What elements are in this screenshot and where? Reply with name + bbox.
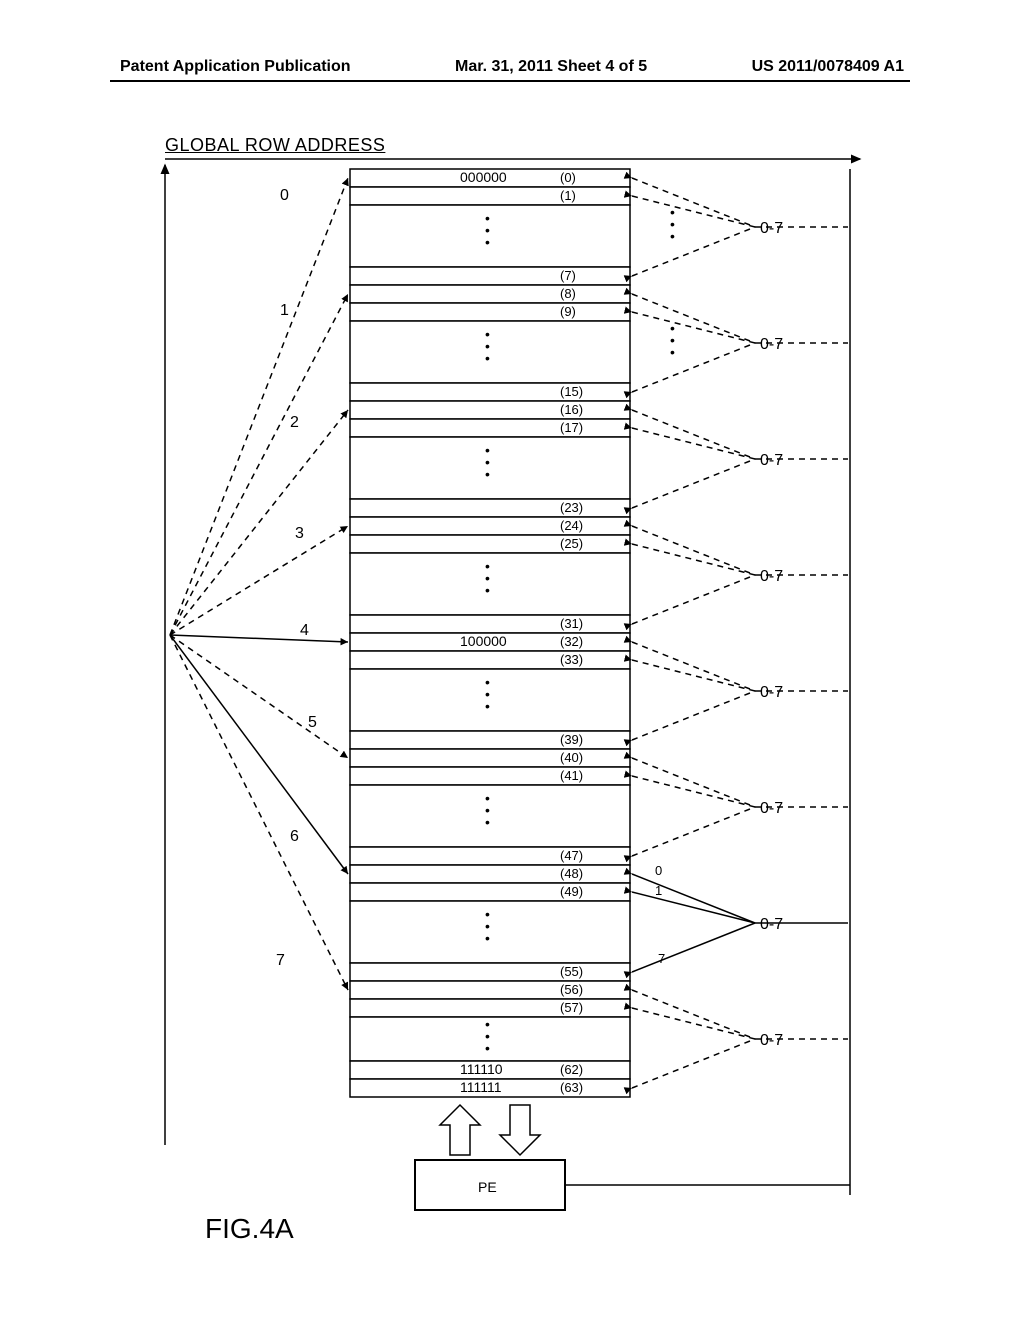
svg-text:4: 4 (300, 622, 309, 639)
right-fans: 0-7 ••• 0-7 ••• 0- (632, 169, 850, 1195)
figure-label: FIG.4A (205, 1213, 294, 1245)
svg-text:1: 1 (280, 302, 289, 319)
svg-text:•: • (485, 466, 490, 482)
svg-text:(16): (16) (560, 402, 583, 417)
svg-text:(15): (15) (560, 384, 583, 399)
svg-text:100000: 100000 (460, 633, 507, 649)
svg-text:•: • (670, 228, 675, 244)
svg-text:0: 0 (655, 863, 662, 878)
svg-text:(41): (41) (560, 768, 583, 783)
svg-text:0-7: 0-7 (760, 336, 783, 353)
svg-text:6: 6 (290, 828, 299, 845)
header-center: Mar. 31, 2011 Sheet 4 of 5 (455, 58, 647, 76)
svg-text:5: 5 (308, 714, 317, 731)
svg-text:(9): (9) (560, 304, 576, 319)
svg-text:(31): (31) (560, 616, 583, 631)
header-right: US 2011/0078409 A1 (752, 58, 904, 76)
diagram-title: GLOBAL ROW ADDRESS (165, 135, 385, 156)
svg-text:•: • (485, 814, 490, 830)
svg-text:(48): (48) (560, 866, 583, 881)
svg-text:0-7: 0-7 (760, 684, 783, 701)
svg-text:(63): (63) (560, 1080, 583, 1095)
svg-text:111110: 111110 (460, 1061, 503, 1077)
svg-text:(25): (25) (560, 536, 583, 551)
svg-text:0-7: 0-7 (760, 220, 783, 237)
svg-text:7: 7 (658, 951, 665, 966)
svg-text:0-7: 0-7 (760, 1032, 783, 1049)
svg-text:•: • (485, 930, 490, 946)
svg-text:PE: PE (478, 1179, 497, 1195)
svg-text:(56): (56) (560, 982, 583, 997)
svg-text:0: 0 (280, 187, 289, 204)
svg-text:0-7: 0-7 (760, 800, 783, 817)
svg-text:(47): (47) (560, 848, 583, 863)
svg-text:•: • (670, 344, 675, 360)
svg-text:•: • (485, 350, 490, 366)
svg-text:1: 1 (655, 883, 662, 898)
svg-text:(7): (7) (560, 268, 576, 283)
svg-text:(49): (49) (560, 884, 583, 899)
svg-text:•: • (485, 698, 490, 714)
svg-text:•: • (485, 1040, 490, 1056)
svg-text:•: • (485, 582, 490, 598)
svg-text:(57): (57) (560, 1000, 583, 1015)
svg-text:(40): (40) (560, 750, 583, 765)
pe-block: PE (415, 1105, 850, 1210)
memory-table: 000000 (0) (1) (7) • • • (8) (9) (15) • • • (350, 169, 630, 1097)
header-rule (110, 80, 910, 82)
header-left: Patent Application Publication (120, 58, 351, 76)
svg-text:(17): (17) (560, 420, 583, 435)
svg-text:3: 3 (295, 525, 304, 542)
svg-text:•: • (485, 234, 490, 250)
svg-text:(33): (33) (560, 652, 583, 667)
diagram-svg: 000000 (0) (1) (7) • • • (8) (9) (15) • • • (160, 145, 880, 1275)
svg-text:(1): (1) (560, 188, 576, 203)
svg-text:(0): (0) (560, 170, 576, 185)
svg-text:0-7: 0-7 (760, 452, 783, 469)
figure-4a: GLOBAL ROW ADDRESS FIG.4A (160, 145, 880, 1275)
svg-text:2: 2 (290, 414, 299, 431)
svg-text:000000: 000000 (460, 169, 507, 185)
svg-text:(8): (8) (560, 286, 576, 301)
svg-text:111111: 111111 (460, 1079, 502, 1095)
svg-text:(39): (39) (560, 732, 583, 747)
svg-text:(32): (32) (560, 634, 583, 649)
svg-text:0-7: 0-7 (760, 916, 783, 933)
svg-text:(23): (23) (560, 500, 583, 515)
svg-text:0-7: 0-7 (760, 568, 783, 585)
svg-text:(55): (55) (560, 964, 583, 979)
svg-text:(62): (62) (560, 1062, 583, 1077)
left-fan: 0 1 2 3 4 5 6 7 (170, 178, 348, 990)
svg-text:(24): (24) (560, 518, 583, 533)
svg-text:7: 7 (276, 952, 285, 969)
